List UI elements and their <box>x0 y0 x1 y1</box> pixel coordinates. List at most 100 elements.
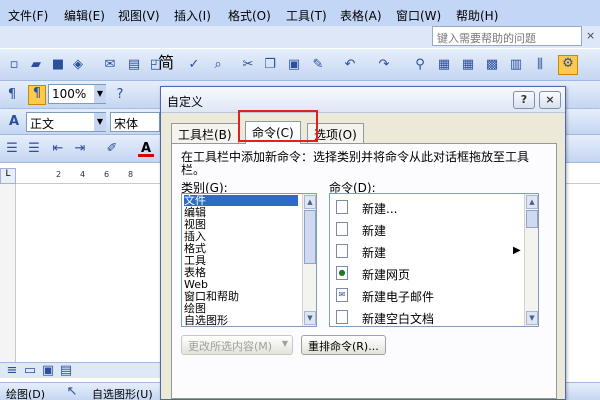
scroll-down-icon[interactable]: ▼ <box>526 311 538 325</box>
list-item[interactable]: 窗口和帮助 <box>184 291 239 302</box>
annotation-highlight-box <box>238 110 318 142</box>
scroll-up-icon[interactable]: ▲ <box>526 195 538 209</box>
menu-table[interactable]: 表格(A) <box>340 7 382 24</box>
menu-window[interactable]: 窗口(W) <box>396 7 441 24</box>
autoshapes-menu[interactable]: 自选图形(U) <box>92 386 153 400</box>
styles-icon[interactable]: A <box>6 114 22 130</box>
font-color-icon[interactable]: A <box>138 141 154 157</box>
chinese-conversion-icon[interactable]: 简 <box>156 55 176 71</box>
chevron-down-icon[interactable]: ▼ <box>94 113 106 131</box>
chevron-down-icon[interactable]: ▼ <box>94 85 106 103</box>
list-item[interactable]: ● 新建网页 <box>330 262 524 284</box>
help-icon[interactable]: ? <box>112 87 128 103</box>
cut-icon[interactable]: ✂ <box>240 57 256 73</box>
list-item[interactable]: 新建空白文档 <box>330 306 524 326</box>
list-item[interactable]: 新建... <box>330 196 524 218</box>
commands-list[interactable]: 新建... 新建 新建 ▶ ● 新建网页 ✉ 新建电子邮件 新建空白文档 ▲ ▼ <box>329 193 539 327</box>
submenu-arrow-icon: ▶ <box>513 245 521 256</box>
command-label: 新建网页 <box>362 268 411 282</box>
modify-selection-button[interactable]: 更改所选内容(M) ▼ <box>181 335 293 355</box>
research-icon[interactable]: ⌕ <box>210 57 226 73</box>
open-folder-icon[interactable]: ▰ <box>28 57 44 73</box>
command-label: 新建 <box>362 246 387 260</box>
show-hide-icon[interactable]: ¶ <box>4 87 20 103</box>
permission-icon[interactable]: ◈ <box>70 57 86 73</box>
menu-format[interactable]: 格式(O) <box>228 7 271 24</box>
help-button[interactable]: ? <box>513 91 535 109</box>
insert-table-icon[interactable]: ▦ <box>460 57 476 73</box>
command-label: 新建... <box>362 202 398 216</box>
save-icon[interactable]: ■ <box>50 57 66 73</box>
command-label: 新建 <box>362 224 387 238</box>
new-document-icon[interactable]: ▫ <box>6 57 22 73</box>
document-map-icon[interactable]: ⚙ <box>558 55 578 75</box>
drawing-icon[interactable]: ⫼ <box>532 57 548 73</box>
rearrange-commands-button[interactable]: 重排命令(R)... <box>301 335 386 355</box>
close-button[interactable]: × <box>539 91 561 109</box>
print-icon[interactable]: ▤ <box>126 57 142 73</box>
ruler-tick-label: 4 <box>80 170 86 179</box>
list-item[interactable]: 表格 <box>184 267 206 278</box>
list-item[interactable]: 新建 <box>330 218 524 240</box>
outline-view-icon[interactable]: ▤ <box>58 363 74 379</box>
paste-icon[interactable]: ▣ <box>286 57 302 73</box>
menu-bar: 文件(F) 编辑(E) 视图(V) 插入(I) 格式(O) 工具(T) 表格(A… <box>0 0 600 27</box>
list-item[interactable]: 格式 <box>184 243 206 254</box>
select-objects-icon[interactable]: ↖ <box>64 384 80 400</box>
hyperlink-icon[interactable]: ⚲ <box>412 57 428 73</box>
menu-tools[interactable]: 工具(T) <box>286 7 327 24</box>
draw-menu[interactable]: 绘图(D) <box>6 386 45 400</box>
dialog-title: 自定义 <box>167 95 204 109</box>
list-item[interactable]: 新建 ▶ <box>330 240 524 262</box>
list-item[interactable]: 文件 <box>184 195 298 206</box>
list-item[interactable]: 自选图形 <box>184 315 228 326</box>
menu-file[interactable]: 文件(F) <box>8 7 48 24</box>
help-close-icon[interactable]: × <box>586 29 595 42</box>
vertical-ruler <box>0 184 16 364</box>
print-layout-icon[interactable]: ▣ <box>40 363 56 379</box>
redo-icon[interactable]: ↷ <box>376 57 392 73</box>
list-item[interactable]: Web <box>184 279 208 290</box>
format-painter-icon[interactable]: ✎ <box>310 57 326 73</box>
standard-toolbar: ▫ ▰ ■ ◈ ✉ ▤ ◰ 简 ✓ ⌕ ✂ ❐ ▣ ✎ ↶ ↷ ⚲ ▦ ▦ ▩ … <box>0 49 600 81</box>
highlight-icon[interactable]: ✐ <box>104 141 120 157</box>
categories-scrollbar[interactable]: ▲ ▼ <box>302 194 316 326</box>
new-document-icon <box>336 200 348 214</box>
normal-view-icon[interactable]: ≡ <box>4 363 20 379</box>
menu-edit[interactable]: 编辑(E) <box>64 7 105 24</box>
decrease-indent-icon[interactable]: ⇤ <box>50 141 66 157</box>
tab-toolbars[interactable]: 工具栏(B) <box>171 123 239 143</box>
copy-icon[interactable]: ❐ <box>262 57 278 73</box>
help-search-input[interactable]: 键入需要帮助的问题 <box>432 26 582 46</box>
scroll-down-icon[interactable]: ▼ <box>304 311 316 325</box>
undo-icon[interactable]: ↶ <box>342 57 358 73</box>
web-view-icon[interactable]: ▭ <box>22 363 38 379</box>
categories-list[interactable]: 文件 编辑 视图 插入 格式 工具 表格 Web 窗口和帮助 绘图 自选图形 ▲… <box>181 193 317 327</box>
scroll-up-icon[interactable]: ▲ <box>304 195 316 209</box>
scroll-thumb[interactable] <box>526 210 538 228</box>
columns-icon[interactable]: ▥ <box>508 57 524 73</box>
list-item[interactable]: 视图 <box>184 219 206 230</box>
list-item[interactable]: 编辑 <box>184 207 206 218</box>
scroll-thumb[interactable] <box>304 210 316 264</box>
tables-borders-icon[interactable]: ▦ <box>436 57 452 73</box>
numbering-icon[interactable]: ☰ <box>4 141 20 157</box>
list-item[interactable]: 绘图 <box>184 303 206 314</box>
list-item[interactable]: 工具 <box>184 255 206 266</box>
chevron-down-icon: ▼ <box>281 339 288 348</box>
menu-insert[interactable]: 插入(I) <box>174 7 211 24</box>
list-item[interactable]: 插入 <box>184 231 206 242</box>
increase-indent-icon[interactable]: ⇥ <box>72 141 88 157</box>
font-select[interactable]: 宋体 <box>110 112 160 132</box>
tab-selector[interactable]: L <box>0 168 16 184</box>
paragraph-marks-icon[interactable]: ¶ <box>28 85 46 105</box>
insert-excel-icon[interactable]: ▩ <box>484 57 500 73</box>
list-item[interactable]: ✉ 新建电子邮件 <box>330 284 524 306</box>
menu-view[interactable]: 视图(V) <box>118 7 160 24</box>
commands-scrollbar[interactable]: ▲ ▼ <box>524 194 538 326</box>
ruler-tick-label: 6 <box>104 170 110 179</box>
spelling-icon[interactable]: ✓ <box>186 57 202 73</box>
bullets-icon[interactable]: ☰ <box>26 141 42 157</box>
menu-help[interactable]: 帮助(H) <box>456 7 498 24</box>
email-icon[interactable]: ✉ <box>102 57 118 73</box>
